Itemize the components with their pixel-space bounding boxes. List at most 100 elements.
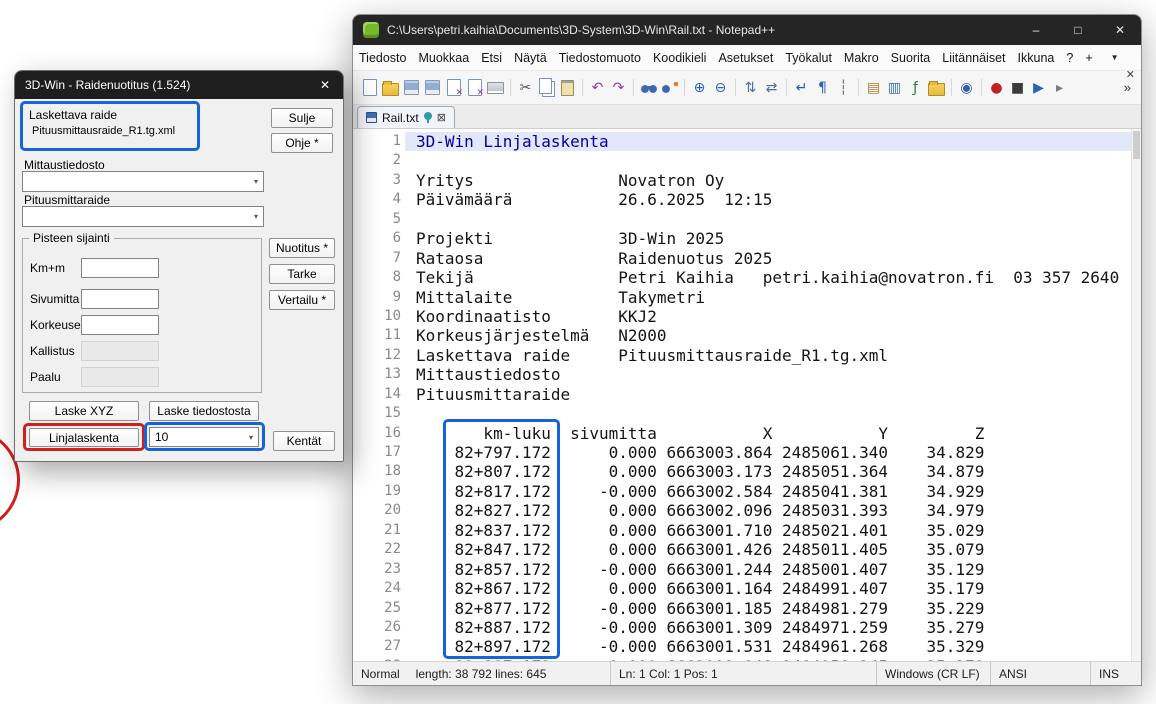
- minimize-button[interactable]: –: [1015, 15, 1057, 45]
- doc-map-icon[interactable]: ▤: [864, 78, 883, 97]
- menu-item-asetukset[interactable]: Asetukset: [712, 45, 779, 71]
- status-encoding[interactable]: ANSI: [991, 662, 1091, 685]
- menu-item-nayta[interactable]: Näytä: [508, 45, 553, 71]
- code-line[interactable]: Laskettava raide Pituusmittausraide_R1.t…: [416, 346, 1130, 365]
- menu-item-koodikieli[interactable]: Koodikieli: [647, 45, 713, 71]
- run-multiple-icon[interactable]: ▸: [1050, 78, 1069, 97]
- word-wrap-icon[interactable]: ↵: [792, 78, 811, 97]
- code-line[interactable]: 82+887.172 -0.000 6663001.309 2484971.25…: [416, 618, 1130, 637]
- tarke-button[interactable]: Tarke: [269, 264, 335, 284]
- code-line[interactable]: Projekti 3D-Win 2025: [416, 229, 1130, 248]
- code-line[interactable]: Pituusmittaraide: [416, 385, 1130, 404]
- zoom-in-icon[interactable]: ⊕: [690, 78, 709, 97]
- tab-rail-txt[interactable]: Rail.txt ⊠: [357, 106, 455, 128]
- dialog-close-icon[interactable]: ✕: [307, 71, 343, 99]
- function-list-icon[interactable]: ƒ: [906, 78, 925, 97]
- code-line[interactable]: Rataosa Raidenuotus 2025: [416, 249, 1130, 268]
- folder-workspace-icon[interactable]: [927, 78, 946, 97]
- menu-item-etsi[interactable]: Etsi: [475, 45, 508, 71]
- code-area[interactable]: 3D-Win Linjalaskenta Yritys Novatron OyPä…: [416, 132, 1130, 661]
- code-line[interactable]: 3D-Win Linjalaskenta: [416, 132, 1130, 151]
- code-line[interactable]: 82+847.172 0.000 6663001.426 2485011.405…: [416, 540, 1130, 559]
- pin-icon[interactable]: [424, 112, 432, 120]
- editor[interactable]: 1234567891011121314151617181920212223242…: [353, 129, 1141, 661]
- menu-item-liitannaiset[interactable]: Liitännäiset: [936, 45, 1011, 71]
- menu-item-suorita[interactable]: Suorita: [885, 45, 937, 71]
- menu-overflow-icon[interactable]: ▼: [1107, 53, 1123, 62]
- code-line[interactable]: 82+817.172 -0.000 6663002.584 2485041.38…: [416, 482, 1130, 501]
- code-line[interactable]: Koordinaatisto KKJ2: [416, 307, 1130, 326]
- code-line[interactable]: 82+857.172 -0.000 6663001.244 2485001.40…: [416, 560, 1130, 579]
- menu-item-plus[interactable]: +: [1079, 45, 1098, 71]
- menu-item-tiedosto[interactable]: Tiedosto: [353, 45, 412, 71]
- record-macro-icon[interactable]: ●: [987, 78, 1006, 97]
- save-icon[interactable]: [402, 78, 421, 97]
- menu-item-tyokalut[interactable]: Työkalut: [779, 45, 838, 71]
- show-all-chars-icon[interactable]: ¶: [813, 78, 832, 97]
- stop-macro-icon[interactable]: ■: [1008, 78, 1027, 97]
- close-doc-icon[interactable]: [444, 78, 463, 97]
- code-line[interactable]: 82+837.172 0.000 6663001.710 2485021.401…: [416, 521, 1130, 540]
- kentat-button[interactable]: Kentät: [273, 431, 335, 451]
- code-line[interactable]: 82+827.172 0.000 6663002.096 2485031.393…: [416, 501, 1130, 520]
- menu-item-tiedostomuoto[interactable]: Tiedostomuoto: [553, 45, 647, 71]
- toolbar-overflow-icon[interactable]: »: [1120, 80, 1135, 95]
- code-line[interactable]: 82+797.172 0.000 6663003.864 2485061.340…: [416, 443, 1130, 462]
- code-line[interactable]: Mittaustiedosto: [416, 365, 1130, 384]
- titlebar[interactable]: C:\Users\petri.kaihia\Documents\3D-Syste…: [353, 15, 1141, 45]
- new-file-icon[interactable]: [360, 78, 379, 97]
- scrollbar-thumb[interactable]: [1133, 131, 1140, 159]
- code-line[interactable]: [416, 404, 1130, 423]
- linjalaskenta-button[interactable]: Linjalaskenta: [29, 428, 139, 447]
- panel-close-icon[interactable]: ✕: [1126, 68, 1135, 81]
- sync-vertical-icon[interactable]: ⇅: [741, 78, 760, 97]
- ohje-button[interactable]: Ohje *: [271, 133, 333, 153]
- laske-tiedostosta-button[interactable]: Laske tiedostosta: [149, 401, 259, 421]
- menu-item-ikkuna[interactable]: Ikkuna: [1012, 45, 1061, 71]
- code-line[interactable]: km-luku sivumitta X Y Z: [416, 424, 1130, 443]
- undo-icon[interactable]: ↶: [588, 78, 607, 97]
- menu-item-muokkaa[interactable]: Muokkaa: [412, 45, 475, 71]
- play-macro-icon[interactable]: ▶: [1029, 78, 1048, 97]
- code-line[interactable]: 82+907.172 -0.000 6663001.848 2484951.34…: [416, 657, 1130, 661]
- sync-horizontal-icon[interactable]: ⇄: [762, 78, 781, 97]
- vertical-scrollbar[interactable]: [1131, 129, 1141, 661]
- menu-item-help[interactable]: ?: [1060, 45, 1079, 71]
- sulje-button[interactable]: Sulje: [271, 108, 333, 128]
- code-line[interactable]: Päivämäärä 26.6.2025 12:15: [416, 190, 1130, 209]
- nuotitus-button[interactable]: Nuotitus *: [269, 238, 335, 258]
- interval-combobox[interactable]: 10 ▾: [149, 427, 259, 447]
- open-file-icon[interactable]: [381, 78, 400, 97]
- code-line[interactable]: Yritys Novatron Oy: [416, 171, 1130, 190]
- tab-close-icon[interactable]: ⊠: [437, 111, 446, 124]
- status-insert-mode[interactable]: INS: [1091, 662, 1141, 685]
- km-m-input[interactable]: [81, 258, 159, 278]
- dialog-titlebar[interactable]: 3D-Win - Raidenuotitus (1.524) ✕: [15, 71, 343, 99]
- code-line[interactable]: 82+807.172 0.000 6663003.173 2485051.364…: [416, 462, 1130, 481]
- code-line[interactable]: 82+877.172 -0.000 6663001.185 2484981.27…: [416, 599, 1130, 618]
- code-line[interactable]: [416, 151, 1130, 170]
- pituusmittaraide-combobox[interactable]: ▾: [22, 206, 264, 227]
- monitoring-icon[interactable]: ◉: [957, 78, 976, 97]
- code-line[interactable]: 82+897.172 -0.000 6663001.531 2484961.26…: [416, 637, 1130, 656]
- zoom-out-icon[interactable]: ⊖: [711, 78, 730, 97]
- close-button[interactable]: ✕: [1099, 15, 1141, 45]
- find-icon[interactable]: [639, 78, 658, 97]
- print-icon[interactable]: [486, 78, 505, 97]
- redo-icon[interactable]: ↷: [609, 78, 628, 97]
- korkeusero-input[interactable]: [81, 315, 159, 335]
- paste-icon[interactable]: [558, 78, 577, 97]
- code-line[interactable]: Mittalaite Takymetri: [416, 288, 1130, 307]
- maximize-button[interactable]: □: [1057, 15, 1099, 45]
- mittaustiedosto-combobox[interactable]: ▾: [22, 171, 264, 192]
- code-line[interactable]: Tekijä Petri Kaihia petri.kaihia@novatro…: [416, 268, 1130, 287]
- sivumitta-input[interactable]: [81, 289, 159, 309]
- vertailu-button[interactable]: Vertailu *: [269, 290, 335, 310]
- code-line[interactable]: Korkeusjärjestelmä N2000: [416, 326, 1130, 345]
- copy-icon[interactable]: [537, 78, 556, 97]
- close-all-docs-icon[interactable]: [465, 78, 484, 97]
- doc-list-icon[interactable]: ▥: [885, 78, 904, 97]
- laske-xyz-button[interactable]: Laske XYZ: [29, 401, 139, 421]
- cut-icon[interactable]: ✂: [516, 78, 535, 97]
- indent-guide-icon[interactable]: ┆: [834, 78, 853, 97]
